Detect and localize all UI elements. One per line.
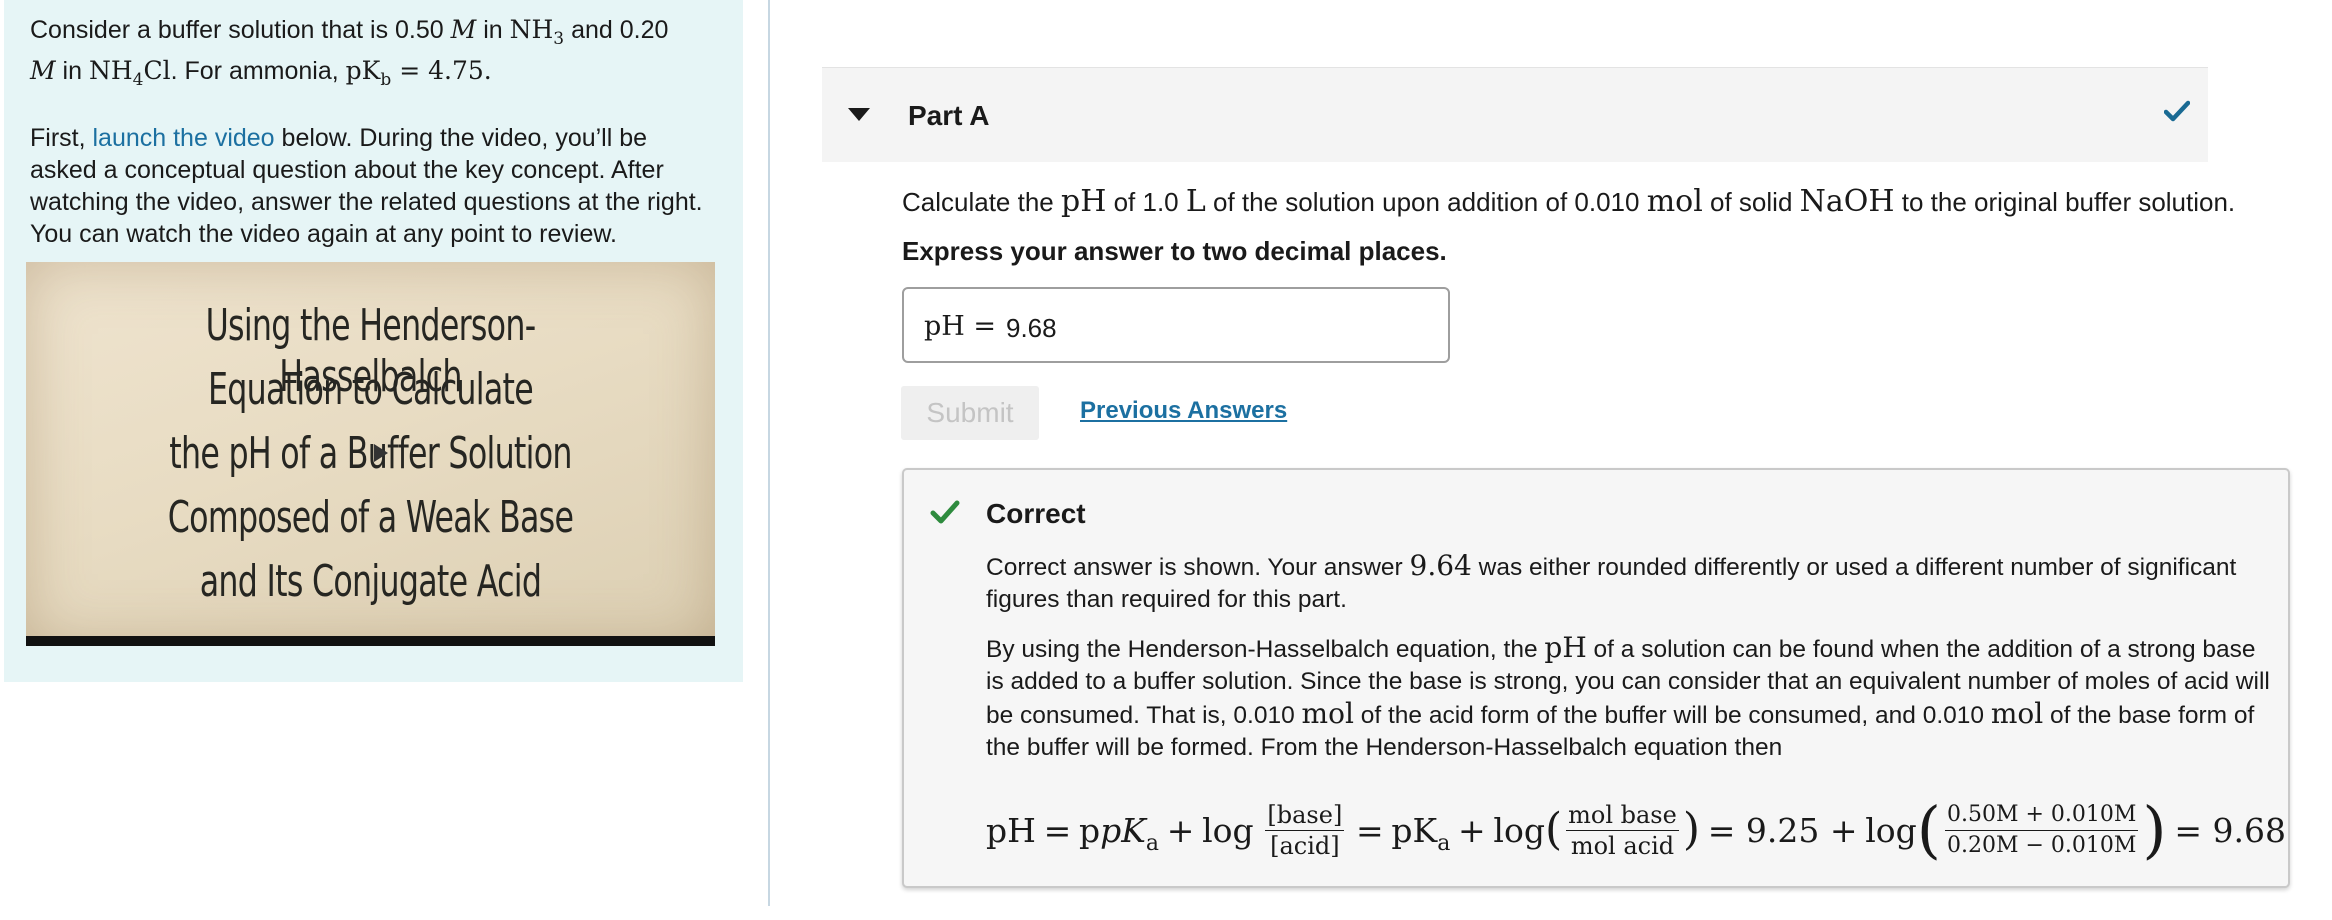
eq-fraction-moles: mol base mol acid	[1566, 801, 1679, 860]
feedback-title: Correct	[986, 498, 1086, 529]
question-seg: of solid	[1702, 187, 1800, 217]
intro-text-1: Consider a buffer solution that is 0.50	[30, 16, 451, 44]
eq-numerator: 0.50M + 0.010M	[1944, 801, 2139, 831]
eq-pk-sub: a	[1145, 830, 1160, 856]
intro-text-2: in	[476, 16, 510, 44]
video-title-line: the pH of a Buffer Solution	[169, 428, 572, 479]
answer-instruction: Express your answer to two decimal place…	[902, 236, 1447, 266]
intro-cl: Cl	[143, 56, 171, 85]
eq-pk-sub: a	[1437, 830, 1451, 856]
eq-numerator: mol base	[1566, 800, 1679, 831]
feedback-seg: By using the Henderson-Hasselbalch equat…	[986, 636, 1545, 663]
play-icon[interactable]	[374, 444, 388, 462]
intro-nh3: NH	[509, 15, 554, 44]
answer-value[interactable]: 9.68	[1006, 313, 1057, 344]
intro-text-4: in	[55, 57, 89, 85]
answer-input[interactable]: pH = 9.68	[902, 287, 1450, 363]
question-naoh: NaOH	[1799, 184, 1895, 219]
video-instructions: First, launch the video below. During th…	[30, 122, 717, 250]
eq-denominator: 0.20M − 0.010M	[1946, 832, 2137, 858]
question-seg: of 1.0	[1106, 187, 1186, 217]
submitted-answer-value: 9.64	[1409, 549, 1472, 582]
intro-text-5: . For ammonia,	[170, 57, 346, 85]
feedback-seg: Correct answer is shown. Your answer	[986, 554, 1410, 581]
video-title-line: and Its Conjugate Acid	[199, 556, 542, 607]
submit-button[interactable]: Submit	[901, 386, 1039, 440]
eq-equals: =	[1356, 810, 1384, 850]
intro-pk: pK	[345, 56, 381, 85]
intro-nh4: NH	[88, 56, 133, 85]
correct-check-icon	[2164, 100, 2190, 122]
eq-ph: pH	[986, 810, 1036, 850]
problem-intro: Consider a buffer solution that is 0.50 …	[30, 14, 717, 96]
eq-denominator: mol acid	[1570, 831, 1675, 860]
video-controls-bar[interactable]	[26, 636, 715, 646]
previous-answers-link[interactable]: Previous Answers	[1080, 397, 1287, 425]
feedback-paragraph: Correct answer is shown. Your answer 9.6…	[986, 550, 2276, 616]
eq-intermediate: = 9.25 +	[1707, 810, 1858, 850]
feedback-explanation: By using the Henderson-Hasselbalch equat…	[986, 632, 2276, 764]
intro-molar-2: M	[30, 56, 56, 85]
eq-result: = 9.68	[2174, 810, 2286, 850]
intro-text-3: and 0.20	[564, 16, 669, 44]
panel-divider	[768, 0, 770, 906]
question-mol: mol	[1646, 184, 1703, 219]
eq-numerator: [base]	[1265, 800, 1345, 831]
eq-fraction-values: 0.50M + 0.010M 0.20M − 0.010M	[1944, 801, 2139, 860]
question-text: Calculate the pH of 1.0 L of the solutio…	[902, 184, 2235, 219]
feedback-mol: mol	[1301, 697, 1354, 730]
eq-denominator: [acid]	[1270, 831, 1340, 860]
collapse-caret-icon[interactable]	[848, 108, 870, 121]
answer-label: pH =	[924, 311, 997, 342]
question-liter: L	[1185, 184, 1206, 219]
henderson-hasselbalch-equation: pH = ppKa + log [base] [acid] = pKa + log…	[986, 790, 2286, 870]
feedback-mol: mol	[1990, 697, 2044, 730]
eq-plus: +	[1458, 810, 1486, 850]
eq-pka: ppKa	[1079, 810, 1160, 856]
launch-video-link[interactable]: launch the video	[93, 124, 275, 152]
question-seg: of the solution upon addition of 0.010	[1205, 187, 1647, 217]
question-seg: to the original buffer solution.	[1894, 187, 2236, 217]
eq-paren: (	[1916, 793, 1941, 866]
part-title: Part A	[908, 100, 990, 131]
correct-check-icon	[930, 500, 960, 524]
eq-log: log	[1202, 810, 1254, 850]
intro-nh3-sub: 3	[553, 29, 565, 49]
instructions-text-1: First,	[30, 124, 93, 152]
eq-log: log	[1493, 810, 1545, 850]
feedback-seg: of the acid form of the buffer will be c…	[1353, 702, 1991, 729]
eq-fraction-concentration: [base] [acid]	[1265, 800, 1345, 860]
eq-paren: )	[1682, 804, 1700, 855]
eq-equals: =	[1043, 810, 1072, 850]
feedback-ph: pH	[1544, 631, 1587, 664]
intro-pk-sub: b	[380, 70, 392, 90]
eq-pk-text: pK	[1391, 810, 1438, 850]
intro-nh4-sub: 4	[132, 70, 144, 90]
eq-paren: )	[2142, 793, 2167, 866]
part-a-header[interactable]: Part A	[822, 67, 2208, 162]
question-seg: Calculate the	[902, 187, 1061, 217]
eq-log: log	[1865, 810, 1917, 850]
intro-molar-1: M	[450, 15, 477, 44]
eq-paren: (	[1544, 804, 1563, 855]
eq-plus: +	[1166, 810, 1195, 850]
intro-pk-value: = 4.75.	[391, 56, 492, 85]
video-title-line: Composed of a Weak Base	[167, 492, 574, 543]
video-player[interactable]: Using the Henderson-Hasselbalch Equation…	[26, 262, 715, 646]
eq-pk-text: pK	[1100, 810, 1146, 850]
video-title-line: Equation to Calculate	[207, 364, 534, 415]
eq-pka: pKa	[1391, 810, 1450, 856]
feedback-panel: Correct Correct answer is shown. Your an…	[902, 468, 2290, 888]
question-ph: pH	[1060, 184, 1107, 219]
